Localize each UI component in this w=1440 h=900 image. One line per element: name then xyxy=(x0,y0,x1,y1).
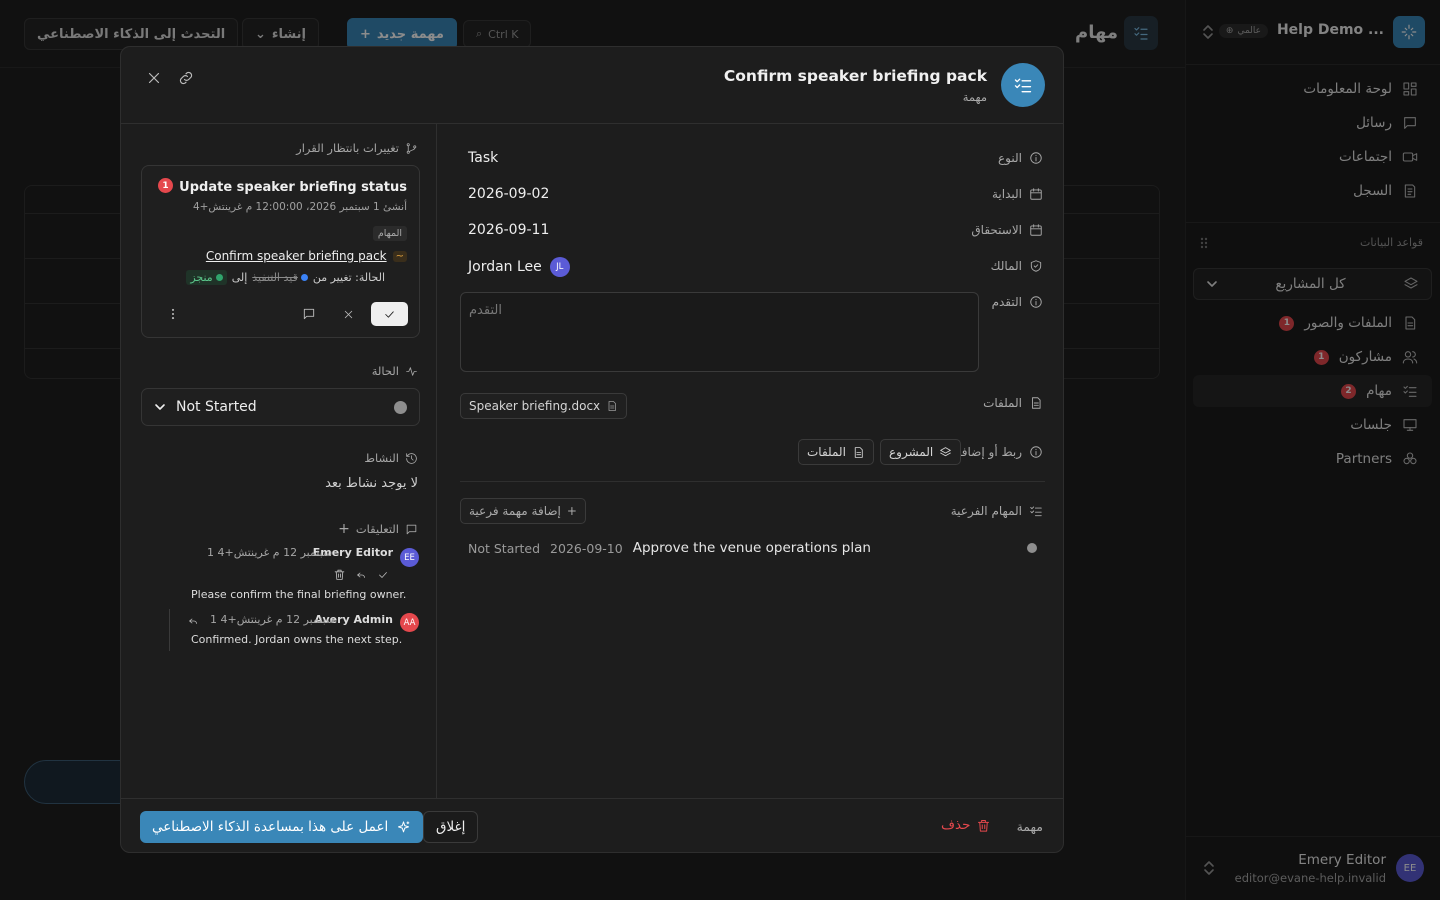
comment-avatar: EE xyxy=(400,548,419,567)
pending-change-card: Update speaker briefing status 1 أنشئ 1 … xyxy=(141,165,420,338)
pending-change-link[interactable]: Confirm speaker briefing pack ~ xyxy=(206,249,407,263)
comment-icon[interactable] xyxy=(302,307,316,321)
history-icon xyxy=(405,452,418,465)
layers-icon xyxy=(939,446,952,459)
progress-label: التقدم xyxy=(992,295,1043,309)
progress-textarea[interactable]: التقدم xyxy=(460,292,979,372)
modal-subtitle: مهمة xyxy=(962,90,987,104)
owner-value[interactable]: Jordan Lee JL xyxy=(468,257,570,277)
subtasks-divider xyxy=(460,481,1045,482)
owner-label: المالك xyxy=(991,259,1043,273)
due-label: الاستحقاق xyxy=(971,223,1043,237)
file-chip[interactable]: Speaker briefing.docx xyxy=(460,393,628,419)
comment-time: 1 سبتمبر 12 م غرينتش+4 xyxy=(210,613,336,626)
modal-header-divider xyxy=(121,123,1063,124)
file-icon xyxy=(606,400,618,412)
more-options-icon[interactable] xyxy=(166,307,180,321)
subtasks-label: المهام الفرعية xyxy=(951,504,1043,518)
status-from: قيد التنفيذ xyxy=(252,271,308,284)
trash-icon[interactable] xyxy=(333,568,346,581)
calendar-icon xyxy=(1029,187,1043,201)
subtask-row[interactable]: Not Started 2026-09-10 Approve the venue… xyxy=(468,540,1045,556)
pending-change-title: Update speaker briefing status xyxy=(179,180,407,195)
modal-title: Confirm speaker briefing pack xyxy=(723,67,987,85)
info-icon xyxy=(1029,151,1043,165)
modal-footer-divider xyxy=(121,798,1063,799)
info-icon xyxy=(1029,445,1043,459)
link-project-button[interactable]: المشروع xyxy=(880,439,962,465)
approve-button[interactable] xyxy=(371,302,408,326)
comment-text: Confirmed. Jordan owns the next step. xyxy=(191,633,403,646)
link-files-button[interactable]: الملفات xyxy=(798,439,874,465)
sparkle-icon xyxy=(396,820,411,835)
close-icon[interactable] xyxy=(145,69,163,87)
modal-column-divider xyxy=(436,124,437,798)
status-dot xyxy=(300,274,308,281)
pending-change-detail: الحالة: تغيير من قيد التنفيذ إلى منجز xyxy=(186,270,385,285)
calendar-icon xyxy=(1029,223,1043,237)
reply-icon[interactable] xyxy=(355,569,367,581)
plus-icon: + xyxy=(566,504,577,518)
add-subtask-button[interactable]: إضافة مهمة فرعية + xyxy=(460,498,586,524)
type-label: النوع xyxy=(998,151,1043,165)
activity-label: النشاط xyxy=(364,451,418,465)
status-dot xyxy=(1027,543,1037,553)
file-icon xyxy=(852,446,865,459)
check-icon xyxy=(385,310,394,318)
shield-icon xyxy=(1029,259,1043,273)
activity-empty-text: لا يوجد نشاط بعد xyxy=(325,476,418,491)
info-icon xyxy=(1029,295,1043,309)
checklist-icon xyxy=(1029,504,1043,518)
start-label: البداية xyxy=(992,187,1043,201)
status-dot xyxy=(215,274,223,281)
pending-count-badge: 1 xyxy=(158,178,173,193)
task-list-icon xyxy=(1001,63,1045,107)
pending-change-date: أنشئ 1 سبتمبر 2026، 12:00:00 م غرينتش+4 xyxy=(192,201,407,213)
status-label: الحالة xyxy=(372,364,418,378)
reject-icon[interactable] xyxy=(342,308,355,321)
type-value[interactable]: Task xyxy=(468,150,498,166)
comment-icon xyxy=(405,523,418,536)
status-select[interactable]: Not Started xyxy=(141,388,420,426)
link-icon[interactable] xyxy=(177,69,195,87)
task-detail-modal: Confirm speaker briefing pack مهمة النوع… xyxy=(120,46,1064,853)
comment-time: 1 سبتمبر 12 م غرينتش+4 xyxy=(207,546,333,559)
reply-icon[interactable] xyxy=(187,615,199,627)
thread-line xyxy=(169,609,170,651)
edit-icon: ~ xyxy=(392,250,407,262)
add-comment-icon[interactable]: + xyxy=(338,521,350,537)
due-date-value[interactable]: 2026-09-11 xyxy=(468,222,549,238)
ai-assist-button[interactable]: اعمل على هذا بمساعدة الذكاء الاصطناعي xyxy=(140,811,424,843)
link-or-add-label: ربط أو إضافة xyxy=(955,445,1043,459)
git-branch-icon xyxy=(405,142,418,155)
pending-changes-label: تغييرات بانتظار القرار xyxy=(296,141,418,155)
comment-avatar: AA xyxy=(400,613,419,632)
comment-text: Please confirm the final briefing owner. xyxy=(191,588,407,601)
owner-avatar: JL xyxy=(549,257,570,277)
resolve-icon[interactable] xyxy=(377,569,389,581)
close-button[interactable]: إغلاق xyxy=(423,811,479,843)
chevron-down-icon xyxy=(154,401,166,413)
files-label: الملفات xyxy=(983,396,1043,410)
status-to: منجز xyxy=(186,270,227,285)
footer-type-label: مهمة xyxy=(1016,819,1043,834)
status-dot xyxy=(394,400,407,414)
activity-icon xyxy=(405,365,418,378)
comments-label: + التعليقات xyxy=(338,521,418,537)
pending-change-tag: المهام xyxy=(372,226,407,241)
start-date-value[interactable]: 2026-09-02 xyxy=(468,186,549,202)
trash-icon xyxy=(976,818,991,833)
file-icon xyxy=(1029,396,1043,410)
delete-button[interactable]: حذف xyxy=(941,817,991,833)
